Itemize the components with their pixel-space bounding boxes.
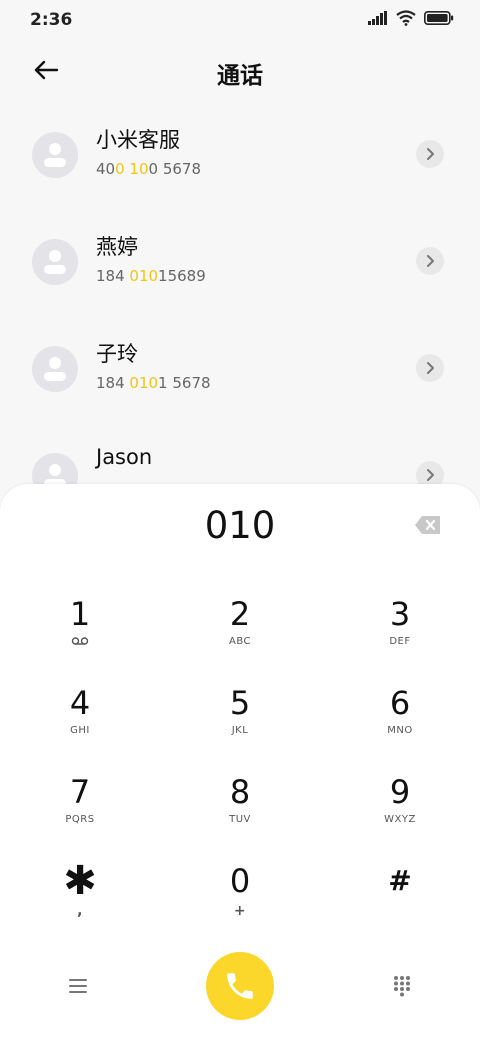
status-icons: [368, 10, 454, 26]
dialpad-icon: [394, 976, 410, 997]
contact-number: 184 0101 5678: [96, 374, 211, 392]
call-button[interactable]: [206, 952, 274, 1020]
contact-name: 燕婷: [96, 235, 138, 259]
contact-name: 子玲: [96, 342, 138, 366]
contact-name: 小米客服: [96, 128, 180, 152]
key-letters: ABC: [228, 636, 251, 647]
chevron-right-icon: [427, 362, 434, 374]
key-1[interactable]: 1: [0, 594, 160, 684]
key-letters: ,: [77, 903, 83, 919]
key-letters: TUV: [229, 814, 251, 825]
key-hash[interactable]: #: [320, 861, 480, 951]
key-letters: +: [233, 903, 247, 919]
status-bar: 2:36: [0, 0, 480, 40]
number-match-highlight: 010: [129, 374, 159, 392]
key-letters: DEF: [389, 636, 411, 647]
number-match-highlight: 010: [129, 267, 159, 285]
contact-details-button[interactable]: [416, 247, 444, 275]
avatar: [32, 346, 78, 392]
key-digit: 9: [389, 773, 411, 811]
wifi-icon: [396, 10, 416, 26]
number-segment: 184: [96, 374, 130, 392]
dialed-number: 010: [204, 504, 276, 547]
number-segment: 0 5678: [148, 160, 202, 178]
key-digit: 4: [69, 684, 91, 722]
key-9[interactable]: 9 WXYZ: [320, 772, 480, 862]
key-letters: WXYZ: [384, 814, 416, 825]
number-match-highlight: 10: [129, 160, 149, 178]
key-4[interactable]: 4 GHI: [0, 683, 160, 773]
contact-details-button[interactable]: [416, 354, 444, 382]
key-8[interactable]: 8 TUV: [160, 772, 320, 862]
contact-number: 400 100 5678: [96, 160, 201, 178]
key-letters: MNO: [387, 725, 413, 736]
key-letters: PQRS: [65, 814, 95, 825]
chevron-right-icon: [427, 148, 434, 160]
person-icon: [44, 357, 66, 381]
key-6[interactable]: 6 MNO: [320, 683, 480, 773]
number-segment: 1 5678: [158, 374, 211, 392]
contact-details-button[interactable]: [416, 140, 444, 168]
key-digit: 2: [229, 595, 251, 633]
key-3[interactable]: 3 DEF: [320, 594, 480, 684]
contact-name: Jason: [96, 445, 153, 469]
avatar: [32, 132, 78, 178]
number-match-highlight: 0: [115, 160, 125, 178]
key-digit: 6: [389, 684, 411, 722]
key-digit: 7: [69, 773, 91, 811]
key-digit: 3: [389, 595, 411, 633]
key-digit: 5: [229, 684, 251, 722]
bottom-action-bar: [0, 940, 480, 1040]
voicemail-icon: [71, 637, 89, 645]
key-letters: JKL: [231, 725, 249, 736]
status-time: 2:36: [30, 10, 73, 30]
chevron-right-icon: [427, 469, 434, 481]
backspace-button[interactable]: [414, 514, 442, 536]
number-segment: 184: [96, 267, 130, 285]
menu-icon: [69, 979, 87, 993]
menu-button[interactable]: [64, 972, 92, 1000]
chevron-right-icon: [427, 255, 434, 267]
phone-icon: [227, 973, 253, 999]
key-0[interactable]: 0 +: [160, 861, 320, 951]
key-letters: [320, 903, 480, 917]
key-letters: GHI: [70, 725, 90, 736]
key-digit: ✱: [63, 858, 97, 904]
backspace-icon: [415, 516, 440, 534]
key-letters: [0, 636, 160, 650]
header: 通话: [0, 40, 480, 100]
key-digit: 0: [229, 862, 251, 900]
key-digit: #: [388, 864, 412, 897]
signal-icon: [368, 11, 387, 25]
contact-item[interactable]: 子玲 184 0101 5678: [0, 324, 480, 424]
contact-item[interactable]: 燕婷 184 01015689: [0, 217, 480, 317]
person-icon: [44, 143, 66, 167]
key-star[interactable]: ✱ ,: [0, 861, 160, 951]
person-icon: [44, 250, 66, 274]
battery-icon: [424, 11, 454, 25]
dialpad-toggle-button[interactable]: [388, 972, 416, 1000]
page-title: 通话: [217, 63, 263, 89]
key-2[interactable]: 2 ABC: [160, 594, 320, 684]
contact-number: 184 01015689: [96, 267, 206, 285]
key-digit: 1: [69, 595, 91, 633]
avatar: [32, 239, 78, 285]
number-segment: 40: [96, 160, 116, 178]
key-7[interactable]: 7 PQRS: [0, 772, 160, 862]
number-segment: 15689: [158, 267, 206, 285]
contact-item[interactable]: 小米客服 400 100 5678: [0, 110, 480, 210]
key-digit: 8: [229, 773, 251, 811]
key-5[interactable]: 5 JKL: [160, 683, 320, 773]
